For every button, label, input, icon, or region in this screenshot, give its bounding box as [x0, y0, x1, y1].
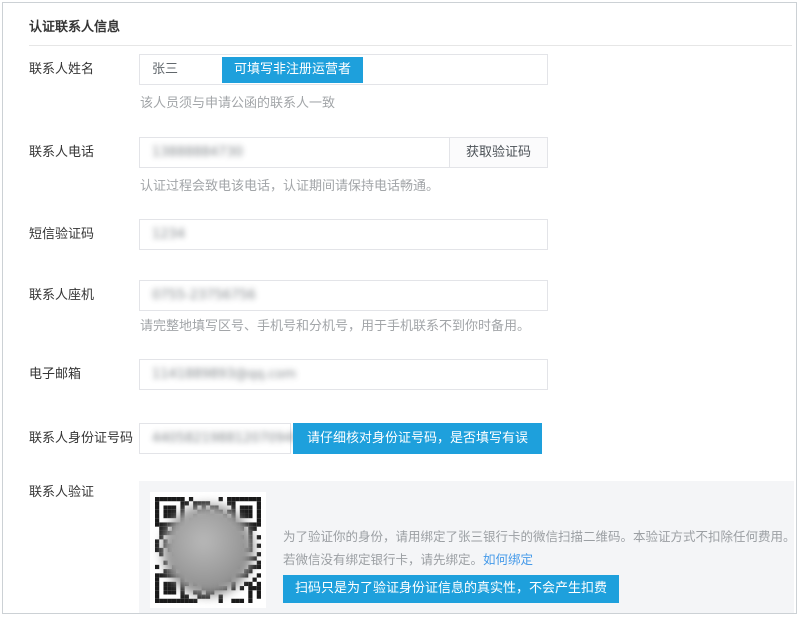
- sms-code-label: 短信验证码: [29, 219, 94, 250]
- contact-name-label: 联系人姓名: [29, 54, 94, 85]
- email-value: 1141889893@qq.com: [152, 367, 296, 382]
- landline-helper-text: 请完整地填写区号、手机号和分机号，用于手机联系不到你时备用。: [140, 315, 530, 334]
- verify-instruction-line2: 若微信没有绑定银行卡，请先绑定。如何绑定: [283, 548, 794, 571]
- scan-tooltip-badge: 扫码只是为了验证身份证信息的真实性，不会产生扣费: [283, 575, 619, 603]
- id-number-label: 联系人身份证号码: [29, 423, 133, 454]
- sms-code-value: 1234: [152, 227, 185, 242]
- name-helper-text: 该人员须与申请公函的联系人一致: [140, 92, 335, 111]
- contact-phone-value: 13888884730: [152, 145, 243, 160]
- verification-form-page: 认证联系人信息 联系人姓名 张三 可填写非注册运营者 该人员须与申请公函的联系人…: [2, 2, 797, 614]
- contact-phone-input[interactable]: 13888884730: [139, 137, 450, 168]
- qr-blurred-overlay: [162, 504, 254, 596]
- qr-code-tile: [150, 492, 266, 608]
- landline-label: 联系人座机: [29, 280, 94, 311]
- landline-value: 0755-23756756: [152, 288, 256, 303]
- name-tooltip-badge: 可填写非注册运营者: [222, 57, 363, 83]
- id-tooltip-badge: 请仔细核对身份证号码，是否填写有误: [293, 423, 542, 454]
- id-number-value: 440582198812070949: [152, 431, 301, 446]
- landline-input[interactable]: 0755-23756756: [139, 280, 548, 311]
- email-label: 电子邮箱: [29, 359, 81, 390]
- email-input[interactable]: 1141889893@qq.com: [139, 359, 548, 390]
- get-verification-code-button[interactable]: 获取验证码: [449, 137, 548, 168]
- contact-name-value: 张三: [152, 62, 178, 77]
- verification-panel: 为了验证你的身份，请用绑定了张三银行卡的微信扫描二维码。本验证方式不扣除任何费用…: [139, 481, 794, 614]
- contact-phone-label: 联系人电话: [29, 137, 94, 168]
- contact-verify-label: 联系人验证: [29, 477, 94, 508]
- id-number-input[interactable]: 440582198812070949: [139, 423, 291, 454]
- title-divider: [29, 45, 792, 46]
- page-title: 认证联系人信息: [29, 16, 120, 35]
- verify-instructions: 为了验证你的身份，请用绑定了张三银行卡的微信扫描二维码。本验证方式不扣除任何费用…: [283, 525, 794, 571]
- verify-instruction-line1: 为了验证你的身份，请用绑定了张三银行卡的微信扫描二维码。本验证方式不扣除任何费用…: [283, 525, 794, 548]
- phone-helper-text: 认证过程会致电该电话，认证期间请保持电话畅通。: [140, 175, 439, 194]
- how-to-bind-link[interactable]: 如何绑定: [483, 552, 533, 567]
- sms-code-input[interactable]: 1234: [139, 219, 548, 250]
